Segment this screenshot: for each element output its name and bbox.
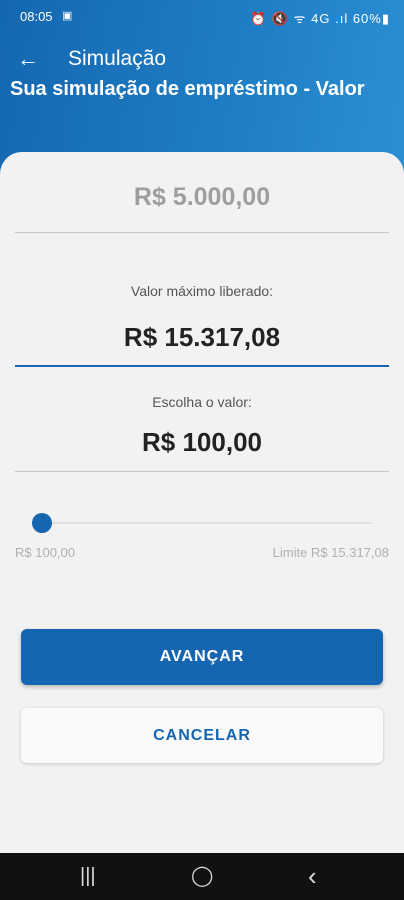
recents-icon[interactable]: ||| <box>80 865 96 887</box>
value-slider[interactable] <box>32 512 372 534</box>
simulated-amount: R$ 5.000,00 <box>133 183 271 211</box>
max-value-amount: R$ 15.317,08 <box>123 322 281 352</box>
slider-thumb[interactable] <box>32 513 52 533</box>
back-nav-icon[interactable]: ‹ <box>308 863 317 889</box>
advance-button[interactable]: AVANÇAR <box>21 629 383 685</box>
notification-icon: ▣ <box>62 10 73 22</box>
slider-max-label: Limite R$ 15.317,08 <box>272 545 389 560</box>
back-arrow-icon[interactable]: ← <box>14 46 42 74</box>
app-bar: ← Simulação <box>0 40 404 80</box>
slider-track[interactable] <box>32 522 372 524</box>
divider <box>15 232 389 233</box>
app-bar-title: Simulação <box>68 47 167 70</box>
slider-min-label: R$ 100,00 <box>15 545 75 560</box>
page-title: Sua simulação de empréstimo - Valor <box>10 78 365 100</box>
chosen-value-amount[interactable]: R$ 100,00 <box>0 427 404 458</box>
max-value-underline <box>15 365 389 367</box>
status-bar: 08:05 ▣ ⏰ 🔇 ᯤ 4G .ıl 60%▮ <box>0 0 404 34</box>
cancel-button[interactable]: CANCELAR <box>21 708 383 763</box>
status-icons: ⏰ 🔇 ᯤ 4G .ıl 60%▮ <box>250 11 390 26</box>
home-icon[interactable]: ◯ <box>191 865 213 887</box>
choose-value-label: Escolha o valor: <box>152 394 252 410</box>
max-value-label: Valor máximo liberado: <box>130 283 274 299</box>
status-time: 08:05 <box>20 9 53 24</box>
system-nav-bar: ||| ◯ ‹ <box>0 853 404 900</box>
chosen-value-underline <box>15 471 389 472</box>
